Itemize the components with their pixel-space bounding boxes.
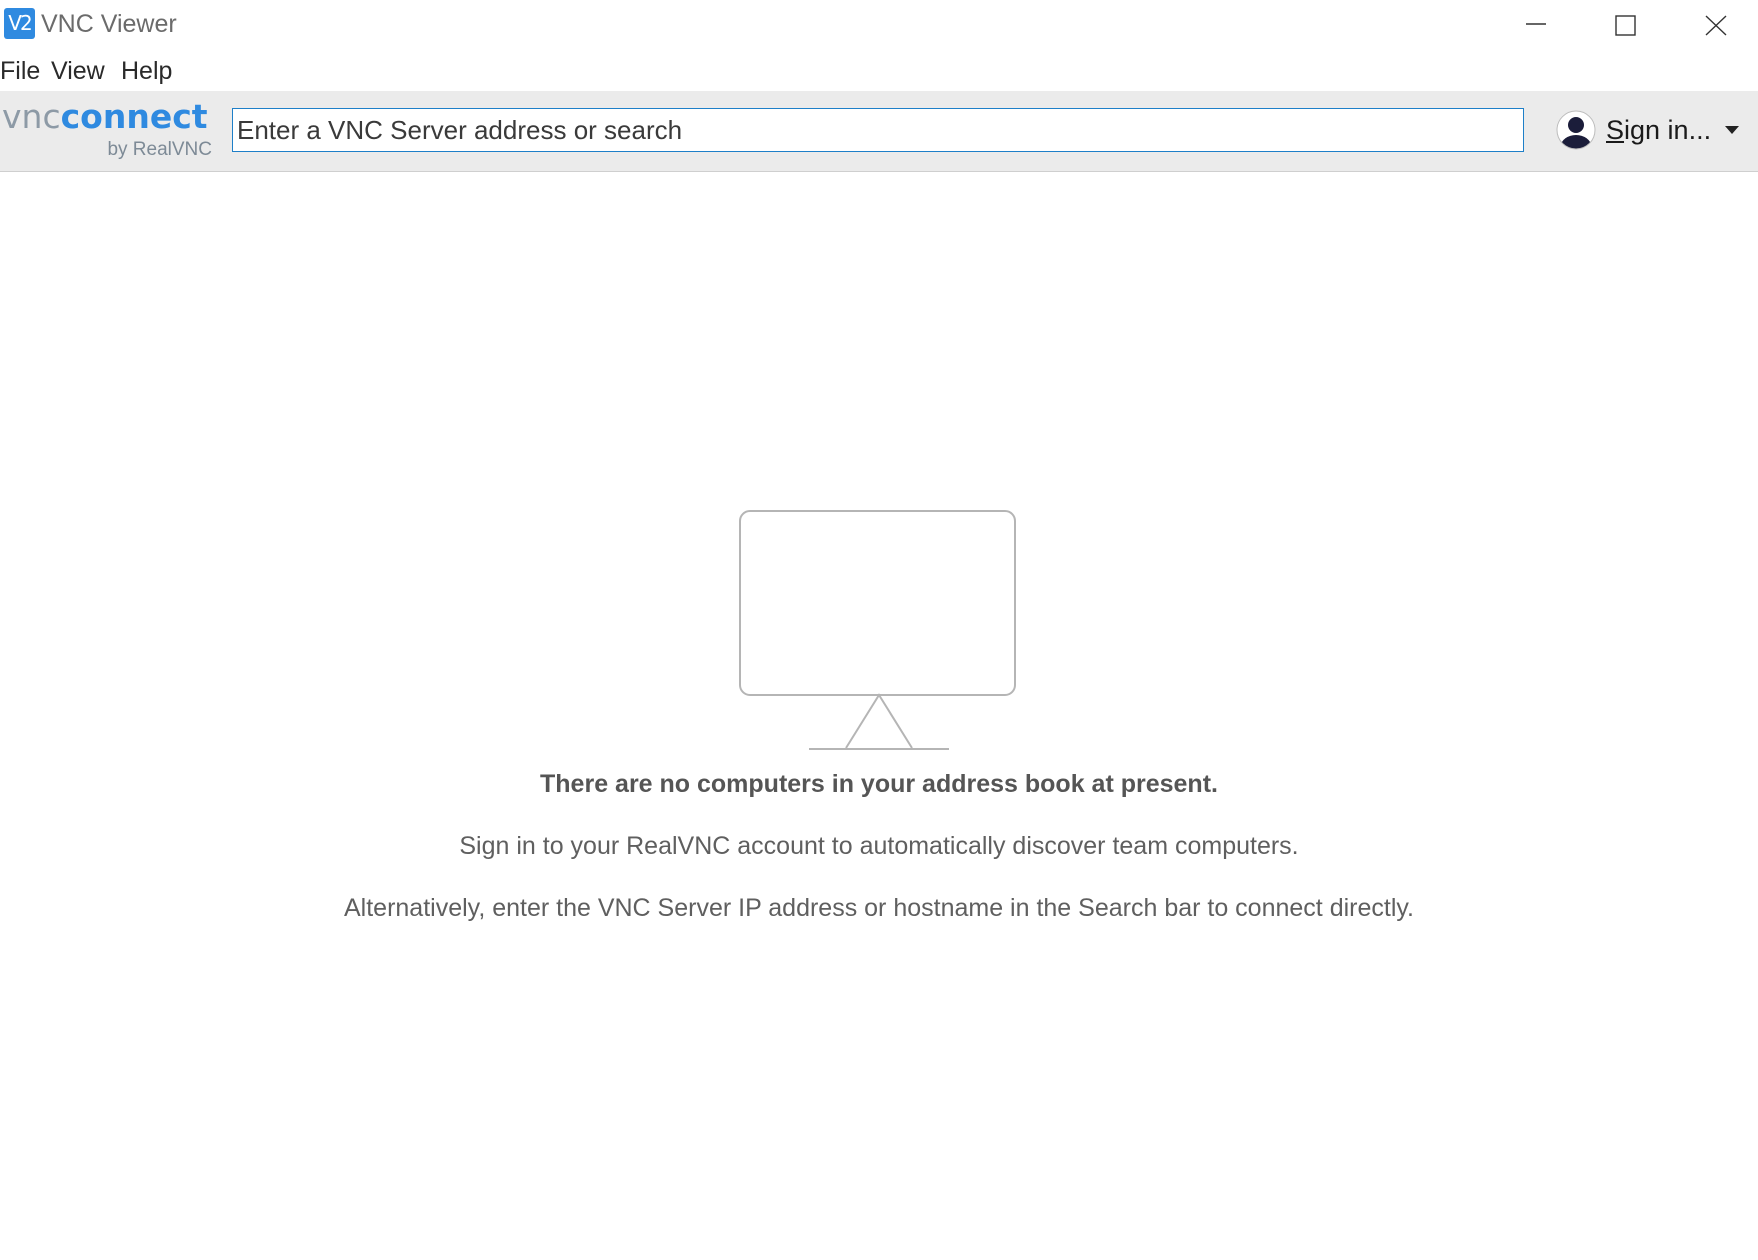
menu-help[interactable]: Help	[121, 57, 172, 86]
monitor-icon	[739, 510, 1016, 750]
address-book-empty-state: There are no computers in your address b…	[0, 172, 1758, 1260]
vnc-viewer-window: V2 VNC Viewer File View Help vncconnect …	[0, 0, 1758, 1260]
empty-state-title: There are no computers in your address b…	[540, 770, 1218, 798]
sign-in-label: Sign in...	[1606, 115, 1712, 145]
empty-state-signin-hint: Sign in to your RealVNC account to autom…	[459, 832, 1299, 860]
empty-state-search-hint: Alternatively, enter the VNC Server IP a…	[344, 894, 1414, 922]
vnc-connect-logo: vncconnect by RealVNC	[2, 99, 214, 163]
logo-wordmark: vncconnect	[2, 99, 208, 135]
menu-file[interactable]: File	[0, 57, 40, 86]
search-input[interactable]	[233, 109, 1523, 151]
minimize-button[interactable]	[1490, 0, 1580, 46]
maximize-button[interactable]	[1580, 0, 1670, 46]
search-bar[interactable]	[232, 108, 1524, 152]
menu-view[interactable]: View	[51, 57, 105, 86]
menu-bar: File View Help	[0, 50, 1758, 90]
close-button[interactable]	[1670, 0, 1758, 46]
close-icon	[1705, 15, 1727, 36]
sign-in-button[interactable]: Sign in...	[1556, 109, 1756, 153]
minimize-icon	[1526, 23, 1546, 25]
caret-down-icon[interactable]	[1724, 125, 1740, 135]
user-avatar-icon	[1556, 110, 1596, 150]
logo-byline: by RealVNC	[107, 139, 212, 160]
window-title: VNC Viewer	[41, 10, 177, 38]
maximize-icon	[1615, 15, 1636, 36]
title-bar[interactable]: V2 VNC Viewer	[0, 0, 1758, 46]
logo-vnc-text: vnc	[2, 97, 61, 136]
toolbar: vncconnect by RealVNC Sign in...	[0, 91, 1758, 172]
vnc-app-icon: V2	[4, 8, 35, 39]
logo-connect-text: connect	[60, 97, 208, 136]
